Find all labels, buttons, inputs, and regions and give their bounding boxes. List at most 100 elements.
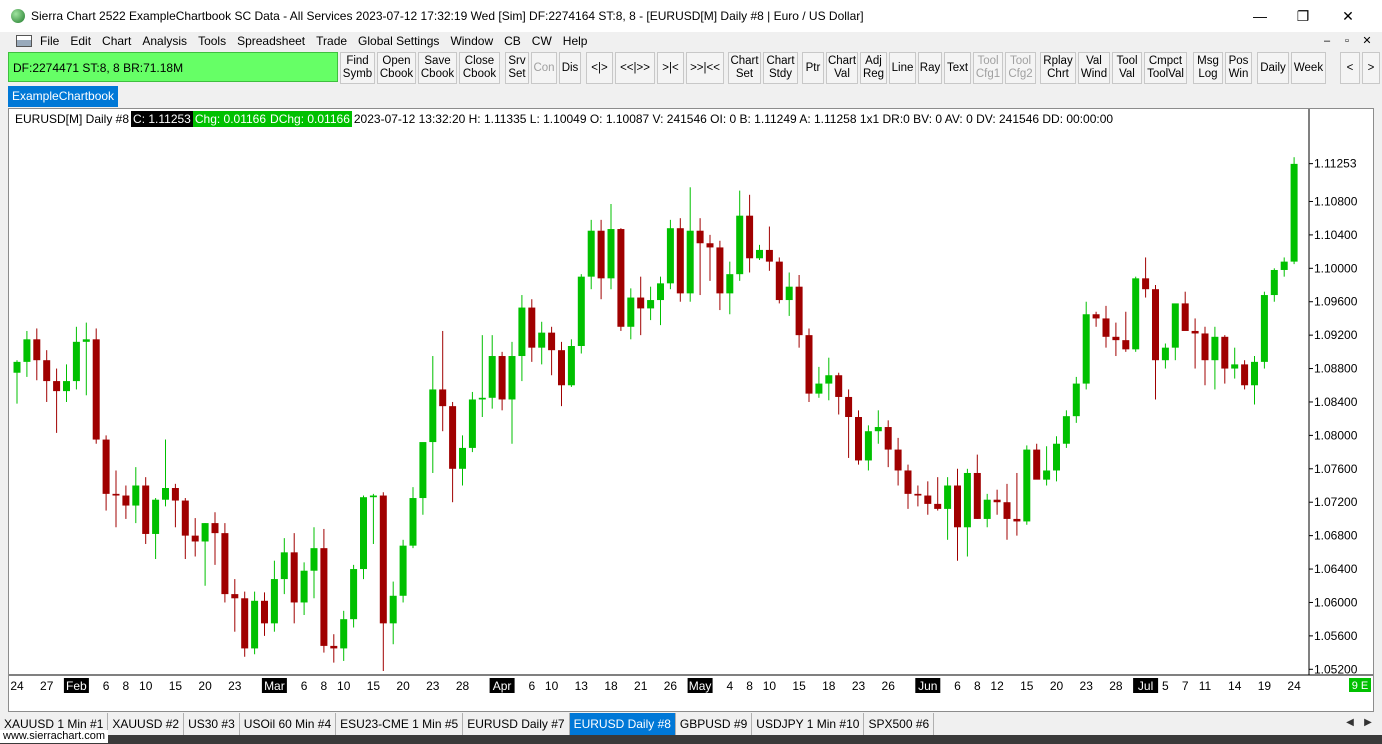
candle-body (1211, 336, 1219, 361)
maximize-button[interactable]: ❐ (1280, 6, 1326, 26)
positions-window-button[interactable]: Pos Win (1225, 52, 1252, 84)
bar-details: 2023-07-12 13:32:20 H: 1.11335 L: 1.1004… (353, 112, 1114, 126)
menu-edit[interactable]: Edit (70, 34, 91, 48)
menu-window[interactable]: Window (450, 34, 493, 48)
candle-body (805, 335, 813, 394)
candle-body (567, 345, 575, 386)
candle-body (825, 375, 833, 384)
text-tool-button[interactable]: Text (944, 52, 971, 84)
compress-button[interactable]: >|< (657, 52, 684, 84)
server-settings-button[interactable]: Srv Set (505, 52, 529, 84)
candle-body (1003, 502, 1011, 519)
date-label: 26 (882, 679, 896, 693)
tabs-scroll-left-icon[interactable]: ◀ (1342, 713, 1358, 733)
expand-bars-button[interactable]: <<|>> (615, 52, 655, 84)
disconnect-button[interactable]: Dis (559, 52, 581, 84)
candle-body (934, 503, 942, 509)
mdi-minimize-button[interactable]: – (1318, 34, 1336, 48)
weekly-timeframe-button[interactable]: Week (1291, 52, 1326, 84)
toolbar-scroll-right-button[interactable]: > (1362, 52, 1380, 84)
find-symbol-button[interactable]: Find Symb (340, 52, 375, 84)
close-chartbook-button[interactable]: Close Cbook (459, 52, 500, 84)
candle-body (1152, 289, 1159, 361)
tool-values-button[interactable]: Tool Val (1112, 52, 1142, 84)
chartbook-tab[interactable]: ExampleChartbook (8, 86, 119, 107)
candle-body (1260, 295, 1268, 362)
minimize-button[interactable]: — (1237, 6, 1283, 26)
candle-body (954, 485, 961, 528)
chart-tab-5[interactable]: ESU23-CME 1 Min #5 (336, 713, 464, 735)
tool-config2-button[interactable]: Tool Cfg2 (1005, 52, 1036, 84)
menu-help[interactable]: Help (563, 34, 588, 48)
scroll-center-button[interactable]: <|> (586, 52, 613, 84)
website-link[interactable]: www.sierrachart.com (0, 730, 109, 743)
connect-button[interactable]: Con (531, 52, 557, 84)
month-label: Jun (918, 679, 937, 693)
candle-body (1013, 518, 1021, 522)
line-tool-button[interactable]: Line (889, 52, 916, 84)
candle-body (102, 439, 110, 494)
date-label: 19 (1258, 679, 1272, 693)
menu-chart[interactable]: Chart (102, 34, 131, 48)
chart-tab-9[interactable]: USDJPY 1 Min #10 (752, 713, 865, 735)
date-label: 20 (198, 679, 212, 693)
candle-body (558, 350, 565, 386)
candle-body (835, 375, 843, 397)
menu-file[interactable]: File (40, 34, 59, 48)
pointer-tool-button[interactable]: Ptr (802, 52, 824, 84)
candle-body (468, 399, 476, 448)
chart-tab-6[interactable]: EURUSD Daily #7 (463, 713, 570, 735)
candle-body (1290, 163, 1298, 262)
menu-analysis[interactable]: Analysis (142, 34, 187, 48)
menu-global-settings[interactable]: Global Settings (358, 34, 439, 48)
price-tick-label: 1.05600 (1314, 629, 1358, 643)
message-log-button[interactable]: Msg Log (1193, 52, 1223, 84)
system-menu-icon[interactable] (16, 35, 32, 47)
tabs-scroll-right-icon[interactable]: ▶ (1360, 713, 1376, 733)
mdi-close-button[interactable]: ✕ (1358, 34, 1376, 48)
chartbook-tab-row: ExampleChartbook (0, 86, 1382, 108)
price-tick-label: 1.09600 (1314, 295, 1358, 309)
chart-settings-button[interactable]: Chart Set (728, 52, 761, 84)
tool-config1-button[interactable]: Tool Cfg1 (973, 52, 1003, 84)
menu-tools[interactable]: Tools (198, 34, 226, 48)
adjust-region-button[interactable]: Adj Reg (860, 52, 887, 84)
values-window-button[interactable]: Val Wind (1078, 52, 1110, 84)
candle-body (231, 594, 239, 599)
candle-body (1201, 333, 1209, 361)
menu-bar: File Edit Chart Analysis Tools Spreadshe… (0, 32, 1382, 50)
chart-studies-button[interactable]: Chart Stdy (763, 52, 798, 84)
daily-timeframe-button[interactable]: Daily (1257, 52, 1289, 84)
menu-trade[interactable]: Trade (316, 34, 347, 48)
chart-tab-2[interactable]: XAUUSD #2 (108, 713, 185, 735)
chart-window[interactable]: 1.05200 1.05600 1.06000 1.06400 1.06800 1.072… (8, 108, 1374, 712)
toolbar-scroll-left-button[interactable]: < (1340, 52, 1360, 84)
candle-body (63, 381, 70, 392)
compact-toolvalues-button[interactable]: Cmpct ToolVal (1144, 52, 1187, 84)
price-tick-label: 1.08800 (1314, 362, 1358, 376)
close-button[interactable]: ✕ (1325, 6, 1371, 26)
mdi-restore-button[interactable]: ▫ (1338, 34, 1356, 48)
menu-spreadsheet[interactable]: Spreadsheet (237, 34, 305, 48)
candle-body (647, 300, 655, 309)
save-chartbook-button[interactable]: Save Cbook (418, 52, 457, 84)
open-chartbook-button[interactable]: Open Cbook (377, 52, 416, 84)
candle-body (320, 548, 328, 646)
price-chart[interactable]: 1.05200 1.05600 1.06000 1.06400 1.06800 1.072… (9, 109, 1373, 711)
chart-tab-8[interactable]: GBPUSD #9 (676, 713, 753, 735)
chart-values-button[interactable]: Chart Val (826, 52, 858, 84)
replay-chart-button[interactable]: Rplay Chrt (1040, 52, 1076, 84)
candle-body (1072, 383, 1080, 417)
chart-tab-4[interactable]: USOil 60 Min #4 (240, 713, 337, 735)
ray-tool-button[interactable]: Ray (918, 52, 942, 84)
chart-tab-active[interactable]: EURUSD Daily #8 (569, 713, 676, 735)
compress-bars-button[interactable]: >>|<< (686, 52, 724, 84)
candle-body (785, 286, 793, 301)
chart-tab-10[interactable]: SPX500 #6 (864, 713, 935, 735)
menu-cb[interactable]: CB (504, 34, 521, 48)
candle-body (92, 339, 100, 440)
candle-body (775, 261, 783, 301)
chart-tab-3[interactable]: US30 #3 (184, 713, 240, 735)
menu-cw[interactable]: CW (532, 34, 552, 48)
candle-body (1082, 314, 1090, 384)
